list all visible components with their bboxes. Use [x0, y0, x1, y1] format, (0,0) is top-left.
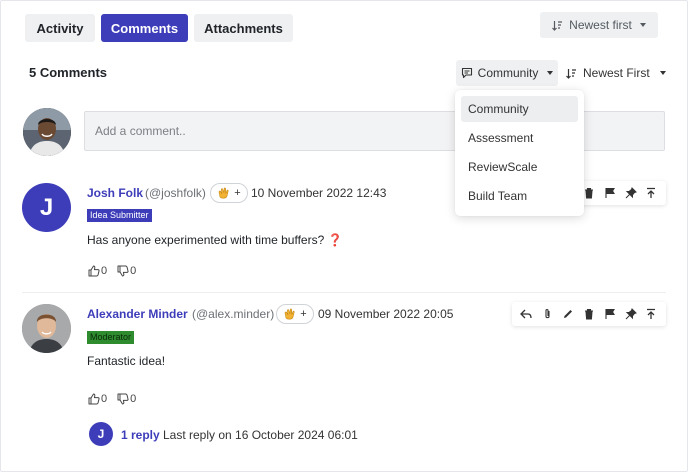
reaction-plus: + — [234, 187, 241, 199]
comment-author[interactable]: Alexander Minder — [87, 307, 188, 321]
flag-button[interactable] — [602, 306, 618, 322]
comment-handle: (@alex.minder) — [192, 307, 275, 321]
downvote-count: 0 — [130, 265, 137, 277]
pin-icon — [625, 308, 637, 320]
chevron-down-icon — [659, 71, 666, 75]
upvote-button[interactable]: 0 — [88, 265, 107, 277]
downvote-count: 0 — [130, 393, 137, 405]
thumbs-down-icon — [117, 393, 129, 405]
upvote-count: 0 — [101, 393, 108, 405]
upvote-count: 0 — [101, 265, 108, 277]
comments-count: 5 Comments — [29, 65, 108, 80]
downvote-button[interactable]: 0 — [117, 265, 136, 277]
flag-icon — [605, 308, 615, 319]
pin-button[interactable] — [623, 306, 639, 322]
move-to-top-button[interactable] — [643, 306, 659, 322]
role-badge: Idea Submitter — [87, 209, 152, 222]
trash-icon — [584, 187, 593, 199]
tab-activity[interactable]: Activity — [25, 14, 95, 42]
last-reply-info: Last reply on 16 October 2024 06:01 — [163, 428, 358, 442]
flag-icon — [605, 187, 615, 198]
reply-icon — [520, 309, 533, 319]
sort-label: Newest First — [583, 66, 650, 80]
comment-timestamp: 10 November 2022 12:43 — [251, 186, 387, 200]
comment-handle: (@joshfolk) — [145, 186, 206, 200]
delete-button[interactable] — [581, 306, 597, 322]
reply-avatar: J — [89, 422, 113, 446]
filter-dropdown-menu: Community Assessment ReviewScale Build T… — [455, 90, 584, 216]
filter-option-community[interactable]: Community — [461, 96, 578, 122]
filter-dropdown-button[interactable]: Community — [456, 60, 558, 86]
comment-icon — [461, 67, 472, 79]
downvote-button[interactable]: 0 — [117, 393, 136, 405]
view-replies-link[interactable]: 1 reply — [121, 428, 160, 442]
thumbs-up-icon — [88, 265, 100, 277]
tab-attachments[interactable]: Attachments — [194, 14, 293, 42]
divider — [22, 292, 666, 293]
arrow-to-top-icon — [647, 308, 656, 319]
current-user-avatar — [23, 108, 71, 156]
thumbs-up-icon — [88, 393, 100, 405]
top-sort-dropdown[interactable]: Newest first — [540, 12, 658, 38]
comment-text: Has anyone experimented with time buffer… — [87, 233, 343, 247]
attach-button[interactable] — [539, 306, 555, 322]
chevron-down-icon — [639, 23, 646, 27]
filter-option-reviewscale[interactable]: ReviewScale — [461, 154, 578, 180]
avatar: J — [22, 183, 71, 232]
trash-icon — [584, 308, 593, 320]
comment-timestamp: 09 November 2022 20:05 — [318, 307, 454, 321]
question-emoji-icon: ❓ — [327, 233, 343, 247]
comment-actions-toolbar — [512, 302, 666, 326]
flag-button[interactable] — [602, 185, 618, 201]
filter-option-assessment[interactable]: Assessment — [461, 125, 578, 151]
sort-dropdown[interactable]: Newest First — [566, 60, 666, 86]
pin-button[interactable] — [623, 185, 639, 201]
pencil-icon — [564, 310, 573, 318]
chevron-down-icon — [547, 71, 554, 75]
comment-text-content: Has anyone experimented with time buffer… — [87, 233, 325, 247]
clap-icon — [218, 187, 229, 199]
add-reaction-button[interactable]: + — [210, 183, 248, 203]
reaction-plus: + — [300, 308, 307, 320]
comment-votes: 0 0 — [88, 393, 136, 405]
add-reaction-button[interactable]: + — [276, 304, 314, 324]
comment-author[interactable]: Josh Folk — [87, 186, 143, 200]
sort-ascending-icon — [552, 20, 563, 31]
paperclip-icon — [545, 308, 550, 319]
clap-icon — [284, 308, 295, 320]
reply-button[interactable] — [518, 306, 534, 322]
arrow-to-top-icon — [647, 187, 656, 198]
sort-descending-icon — [566, 68, 576, 79]
avatar — [22, 304, 71, 353]
move-to-top-button[interactable] — [643, 185, 659, 201]
comment-text: Fantastic idea! — [87, 354, 166, 368]
pin-icon — [625, 187, 637, 199]
comment-votes: 0 0 — [88, 265, 136, 277]
edit-button[interactable] — [560, 306, 576, 322]
upvote-button[interactable]: 0 — [88, 393, 107, 405]
thumbs-down-icon — [117, 265, 129, 277]
role-badge: Moderator — [87, 331, 135, 344]
filter-label: Community — [477, 66, 539, 80]
tab-comments[interactable]: Comments — [101, 14, 188, 42]
top-sort-label: Newest first — [569, 18, 632, 32]
filter-option-build-team[interactable]: Build Team — [461, 183, 578, 209]
